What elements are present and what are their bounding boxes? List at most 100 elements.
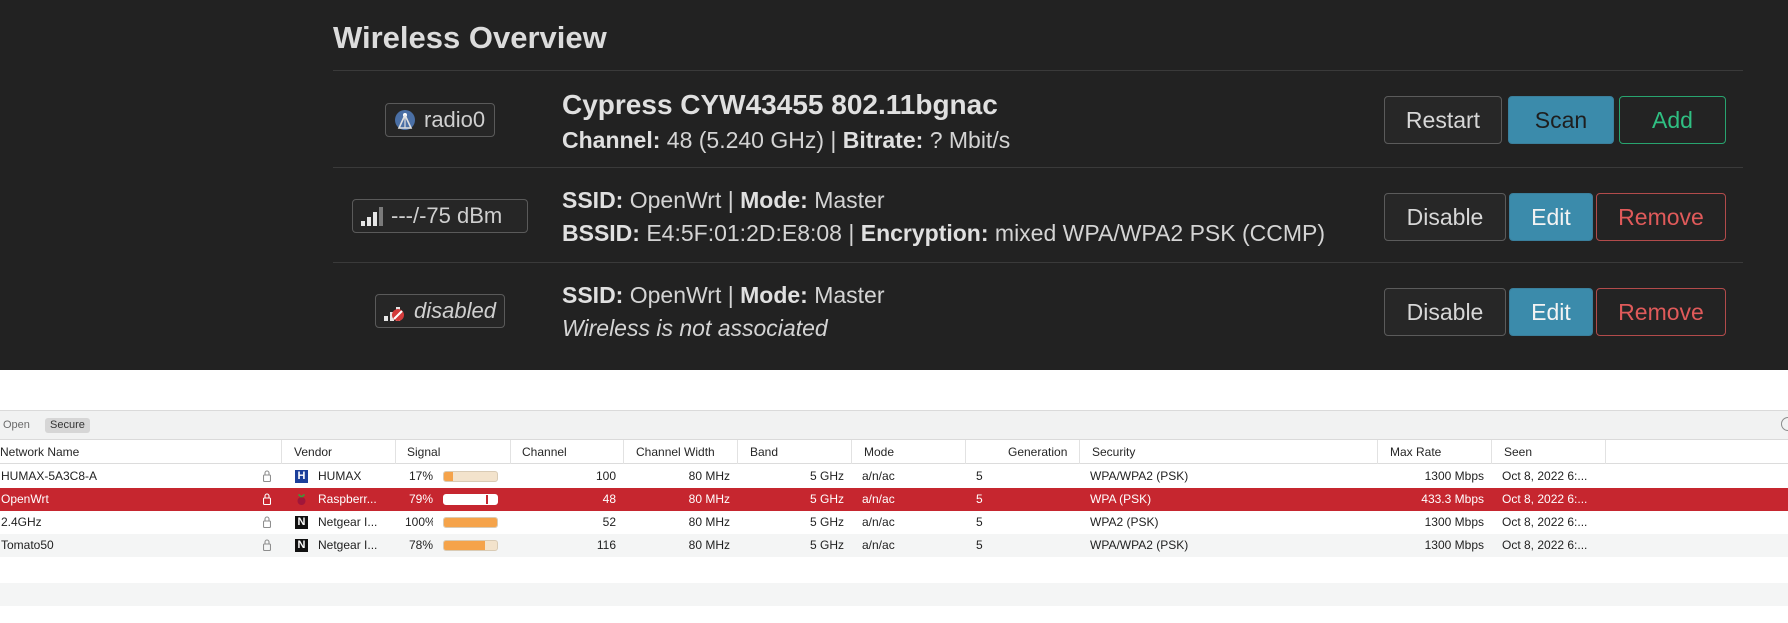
network-name: OpenWrt [1, 492, 49, 506]
vendor: Netgear I... [318, 538, 378, 552]
column-band[interactable]: Band [746, 440, 852, 464]
mode: a/n/ac [862, 492, 895, 506]
disable-button[interactable]: Disable [1384, 288, 1506, 336]
filter-bar: Open Secure [0, 410, 1788, 440]
lock-icon [262, 516, 272, 529]
signal-strength-icon [360, 204, 384, 228]
table-row[interactable]: Tomato50 N Netgear I... 78% 116 80 MHz 5 GHz a/… [0, 534, 1788, 557]
search-icon[interactable] [1781, 417, 1788, 431]
divider [333, 70, 1743, 71]
column-signal[interactable]: Signal [403, 440, 511, 464]
bitrate-label: Bitrate: [842, 127, 924, 153]
encryption-label: Encryption: [860, 220, 989, 246]
network-name: HUMAX-5A3C8-A [1, 469, 98, 483]
security: WPA2 (PSK) [1090, 515, 1159, 529]
table-header: Network Name Vendor Signal Channel Chann… [0, 440, 1788, 464]
lock-icon [262, 539, 272, 552]
encryption-value: mixed WPA/WPA2 PSK (CCMP) [994, 220, 1326, 246]
security: WPA/WPA2 (PSK) [1090, 469, 1189, 483]
lock-icon [262, 493, 272, 506]
band: 5 GHz [809, 492, 844, 506]
mode: a/n/ac [862, 469, 895, 483]
channel: 116 [596, 538, 616, 552]
remove-button[interactable]: Remove [1596, 288, 1726, 336]
association-status: Wireless is not associated [562, 315, 828, 341]
column-max-rate[interactable]: Max Rate [1386, 440, 1492, 464]
signal-badge: ---/-75 dBm [352, 199, 528, 233]
signal-bar [443, 494, 498, 505]
max-rate: 1300 Mbps [1424, 515, 1484, 529]
mode: a/n/ac [862, 515, 895, 529]
generation: 5 [976, 492, 983, 506]
add-button[interactable]: Add [1619, 96, 1726, 144]
scan-button[interactable]: Scan [1508, 96, 1614, 144]
edit-button[interactable]: Edit [1509, 288, 1593, 336]
column-vendor[interactable]: Vendor [290, 440, 396, 464]
generation: 5 [976, 515, 983, 529]
column-seen[interactable]: Seen [1500, 440, 1606, 464]
disable-button[interactable]: Disable [1384, 193, 1506, 241]
generation: 5 [976, 469, 983, 483]
ssid-label: SSID: [562, 187, 624, 213]
channel: 52 [602, 515, 616, 529]
column-network-name[interactable]: Network Name [0, 440, 282, 464]
band: 5 GHz [809, 515, 844, 529]
signal-bar [443, 471, 498, 482]
radio-antenna-icon [393, 108, 417, 132]
channel-label: Channel: [562, 127, 661, 153]
mode: a/n/ac [862, 538, 895, 552]
channel-width: 80 MHz [688, 538, 730, 552]
ssid-value: OpenWrt | [629, 282, 734, 308]
column-generation[interactable]: Generation [1004, 440, 1080, 464]
security: WPA (PSK) [1090, 492, 1152, 506]
vendor-logo-icon: N [295, 516, 308, 529]
restart-button[interactable]: Restart [1384, 96, 1502, 144]
channel-width: 80 MHz [688, 469, 730, 483]
lock-icon [262, 470, 272, 483]
signal-percent: 78% [408, 538, 433, 552]
mode-label: Mode: [740, 187, 808, 213]
table-row[interactable]: HUMAX-5A3C8-A H HUMAX 17% 100 80 MHz 5 GHz a/n/… [0, 465, 1788, 488]
signal-disabled-icon [383, 299, 407, 323]
radio-info: Cypress CYW43455 802.11bgnac Channel: 48… [562, 86, 1010, 157]
filter-secure[interactable]: Secure [45, 418, 90, 433]
edit-button[interactable]: Edit [1509, 193, 1593, 241]
seen: Oct 8, 2022 6:... [1502, 515, 1588, 529]
divider [333, 262, 1743, 263]
band: 5 GHz [809, 538, 844, 552]
column-mode[interactable]: Mode [860, 440, 966, 464]
network-name: Tomato50 [1, 538, 54, 552]
column-channel-width[interactable]: Channel Width [632, 440, 738, 464]
filter-open[interactable]: Open [0, 418, 35, 433]
remove-button[interactable]: Remove [1596, 193, 1726, 241]
table-row[interactable]: 2.4GHz N Netgear I... 100% 52 80 MHz 5 GHz a/n/… [0, 511, 1788, 534]
radio-badge: radio0 [385, 103, 495, 137]
vendor: HUMAX [318, 469, 362, 483]
table-row[interactable]: OpenWrt Raspberr... 79% 48 80 MHz 5 GHz a/n/ac… [0, 488, 1788, 511]
max-rate: 1300 Mbps [1424, 469, 1484, 483]
vendor-logo-icon: H [295, 470, 308, 483]
bssid-value: E4:5F:01:2D:E8:08 | [646, 220, 855, 246]
channel-width: 80 MHz [688, 492, 730, 506]
page-title: Wireless Overview [333, 20, 607, 55]
signal-bar [443, 517, 498, 528]
signal-percent: 79% [408, 492, 433, 506]
vendor: Netgear I... [318, 515, 378, 529]
mode-value: Master [814, 187, 885, 213]
mode-value: Master [814, 282, 885, 308]
network-name: 2.4GHz [1, 515, 42, 529]
device-name: Cypress CYW43455 802.11bgnac [562, 89, 998, 120]
security: WPA/WPA2 (PSK) [1090, 538, 1189, 552]
wireless-overview-panel: Wireless Overview radio0 Cypress CYW4345… [0, 0, 1788, 370]
vendor: Raspberr... [318, 492, 377, 506]
vendor-logo-icon [295, 493, 308, 506]
signal-percent: 100% [405, 515, 433, 529]
bitrate-value: ? Mbit/s [929, 127, 1011, 153]
column-security[interactable]: Security [1088, 440, 1378, 464]
ssid-value: OpenWrt | [629, 187, 734, 213]
status-badge: disabled [375, 294, 505, 328]
column-channel[interactable]: Channel [518, 440, 624, 464]
divider [333, 167, 1743, 168]
generation: 5 [976, 538, 983, 552]
radio-name: radio0 [424, 107, 486, 132]
